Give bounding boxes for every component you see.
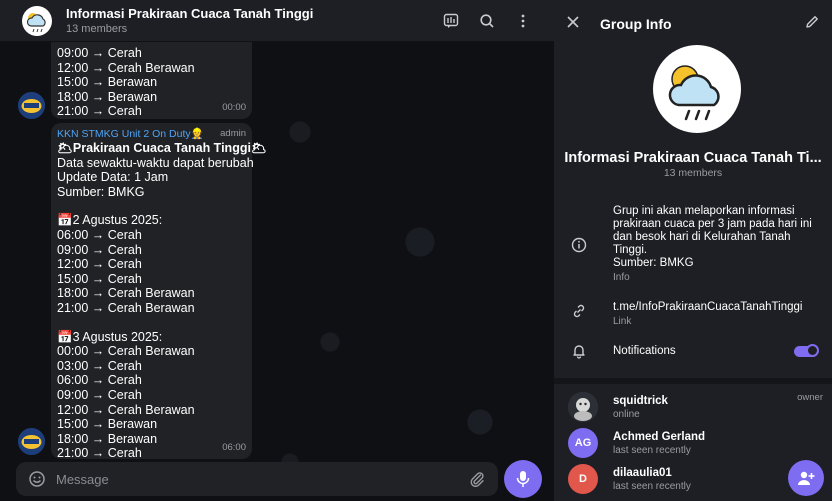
voice-record-button[interactable]: [504, 460, 542, 498]
avatar: [568, 392, 598, 422]
message-line: 00:00 → Cerah Berawan: [57, 344, 195, 359]
message-line: 12:00 → Cerah Berawan: [57, 402, 195, 417]
info-header: Group Info: [554, 0, 832, 48]
message-line: 15:00 → Berawan: [57, 75, 158, 90]
message-line: 18:00 → Cerah Berawan: [57, 286, 195, 301]
sender-name[interactable]: KKN STMKG Unit 2 On Duty👷: [57, 127, 204, 141]
message-line: 21:00 → Cerah Berawan: [57, 300, 195, 315]
close-icon[interactable]: [566, 15, 580, 34]
message-line: 09:00 → Cerah: [57, 242, 142, 257]
message-line: 09:00 → Cerah: [57, 387, 142, 402]
message-composer: [16, 462, 498, 496]
message-line: Update Data: 1 Jam: [57, 170, 169, 185]
message-input[interactable]: [56, 471, 468, 487]
member-row[interactable]: squidtrick online owner: [554, 388, 832, 426]
message-line: Data sewaktu-waktu dapat berubah: [57, 155, 254, 170]
emoji-icon[interactable]: [28, 470, 46, 488]
chat-header[interactable]: Informasi Prakiraan Cuaca Tanah Tinggi 1…: [0, 0, 554, 42]
chat-pane: Informasi Prakiraan Cuaca Tanah Tinggi 1…: [0, 0, 554, 501]
group-description: Grup ini akan melaporkan informasi praki…: [613, 205, 812, 269]
member-status: online: [613, 408, 640, 420]
bell-icon: [571, 343, 587, 359]
message-line: 15:00 → Berawan: [57, 417, 158, 432]
edit-pencil-icon[interactable]: [804, 14, 820, 35]
message-date: 📅3 Agustus 2025:: [57, 329, 163, 344]
avatar: D: [568, 464, 598, 494]
message-line: 03:00 → Cerah: [57, 358, 142, 373]
link-icon: [571, 303, 587, 319]
message-line: 06:00 → Cerah: [57, 373, 142, 388]
invite-link[interactable]: t.me/InfoPrakiraanCuacaTanahTinggi: [613, 301, 823, 314]
notifications-toggle[interactable]: [794, 344, 819, 357]
group-name: Informasi Prakiraan Cuaca Tanah Ti...: [564, 150, 822, 166]
notifications-label: Notifications: [613, 344, 676, 357]
sender-avatar[interactable]: [18, 428, 45, 455]
weather-group-avatar[interactable]: [22, 5, 52, 36]
more-options-icon[interactable]: [514, 12, 532, 30]
group-info-panel: Group Info Informasi Prakiraan Cuaca Tan…: [554, 0, 832, 501]
message-date: 📅2 Agustus 2025:: [57, 213, 163, 228]
notifications-row[interactable]: Notifications: [554, 343, 832, 359]
description-row[interactable]: Grup ini akan melaporkan informasi praki…: [554, 205, 832, 283]
link-label: Link: [613, 316, 632, 327]
member-row[interactable]: AG Achmed Gerland last seen recently: [554, 424, 832, 462]
message-line: 18:00 → Berawan: [57, 89, 158, 104]
chat-member-count: 13 members: [66, 22, 128, 35]
section-divider: [554, 378, 832, 384]
message-line: 09:00 → Cerah: [57, 46, 142, 60]
microphone-icon: [516, 471, 530, 487]
description-label: Info: [613, 272, 630, 283]
member-role: owner: [797, 392, 823, 403]
member-status: last seen recently: [613, 444, 691, 456]
chat-title: Informasi Prakiraan Cuaca Tanah Tinggi: [66, 5, 314, 21]
message-time: 00:00: [222, 102, 246, 114]
message-line: 21:00 → Cerah: [57, 104, 142, 119]
group-avatar[interactable]: [653, 45, 741, 133]
sender-avatar[interactable]: [18, 92, 45, 119]
add-member-button[interactable]: [788, 460, 824, 496]
message-line: 15:00 → Cerah: [57, 271, 142, 286]
poll-icon[interactable]: [442, 12, 460, 30]
message-time: 06:00: [222, 442, 246, 454]
add-user-icon: [798, 471, 815, 485]
message-heading: 🌥Prakiraan Cuaca Tanah Tinggi🌥: [57, 141, 267, 155]
member-name: Achmed Gerland: [613, 430, 706, 443]
message-line: 12:00 → Cerah Berawan: [57, 60, 195, 75]
invite-link-row[interactable]: t.me/InfoPrakiraanCuacaTanahTinggi Link: [554, 301, 832, 327]
message-line: Sumber: BMKG: [57, 184, 145, 199]
weather-icon: [668, 65, 720, 121]
message-bubble[interactable]: 09:00 → Cerah 12:00 → Cerah Berawan 15:0…: [51, 42, 252, 119]
message-line: 12:00 → Cerah: [57, 257, 142, 272]
search-icon[interactable]: [478, 12, 496, 30]
weather-icon: [26, 12, 46, 32]
message-line: 06:00 → Cerah: [57, 227, 142, 242]
chat-title-block[interactable]: Informasi Prakiraan Cuaca Tanah Tinggi 1…: [66, 6, 442, 36]
avatar: AG: [568, 428, 598, 458]
info-icon: [571, 237, 587, 253]
info-title: Group Info: [600, 16, 672, 32]
attach-icon[interactable]: [468, 470, 486, 488]
sender-role-badge: admin: [220, 128, 246, 139]
group-member-count: 13 members: [663, 167, 723, 179]
message-line: 21:00 → Cerah: [57, 446, 142, 461]
message-line: 18:00 → Berawan: [57, 431, 158, 446]
message-bubble[interactable]: KKN STMKG Unit 2 On Duty👷 admin 🌥Prakira…: [51, 123, 267, 461]
